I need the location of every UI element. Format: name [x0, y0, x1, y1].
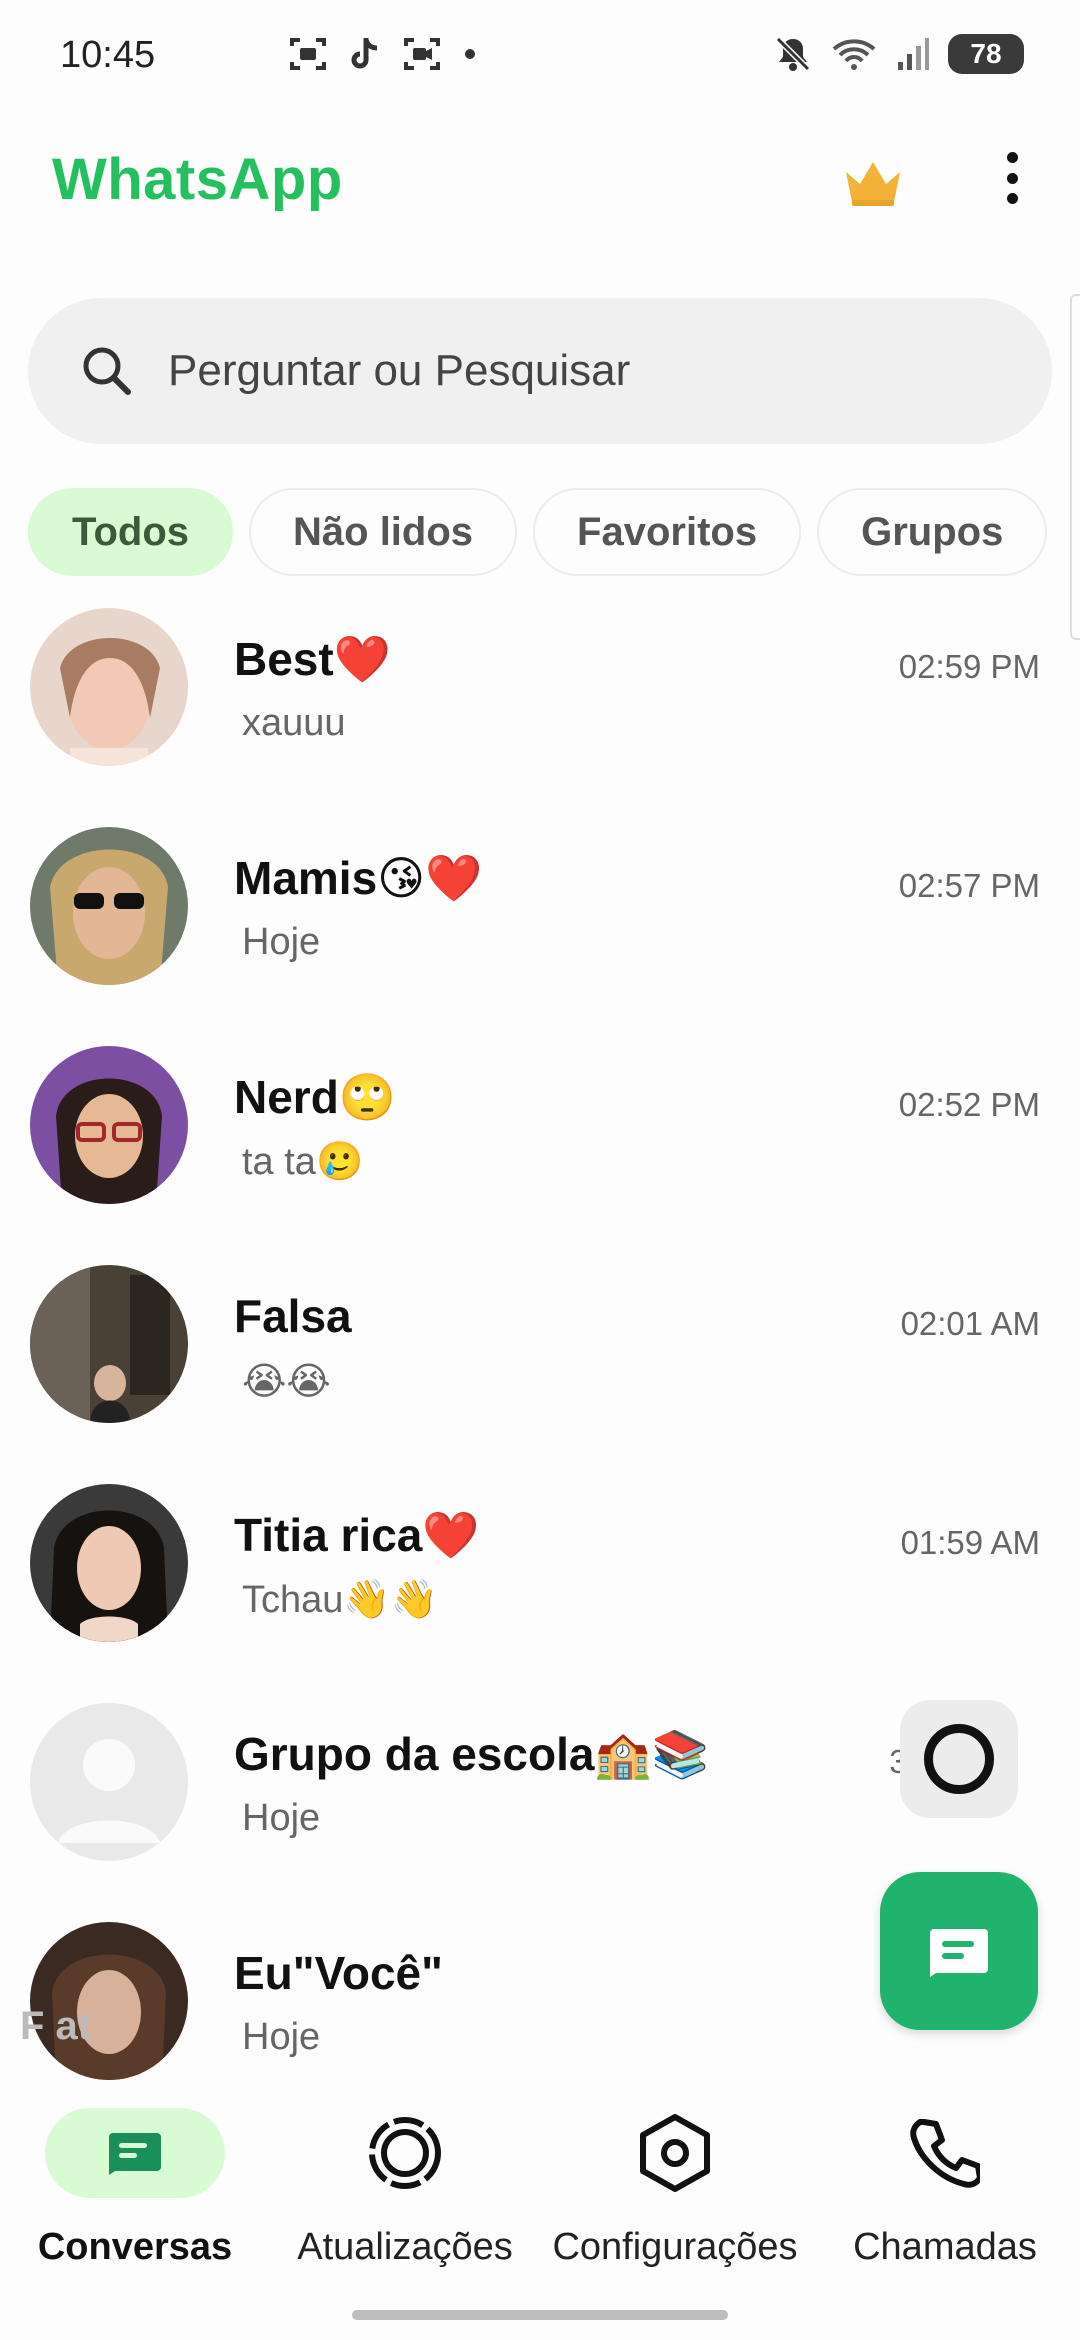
wifi-icon — [832, 39, 876, 70]
chat-last-message: 😭😭 — [242, 1361, 331, 1403]
avatar[interactable] — [30, 608, 188, 766]
nav-label: Conversas — [37, 2226, 233, 2268]
chat-last-message: Hoje — [242, 1797, 321, 1839]
chat-last-message: Tchau👋👋 — [242, 1579, 439, 1621]
status-left-icons — [288, 36, 476, 72]
chat-time: 02:52 PM — [898, 1086, 1040, 1123]
meta-ai-button[interactable] — [900, 1700, 1018, 1818]
battery-icon: 78 — [948, 34, 1024, 74]
search-placeholder: Perguntar ou Pesquisar — [168, 346, 631, 395]
chat-name: Titia rica❤️ — [234, 1509, 480, 1561]
nav-active-pill — [45, 2108, 225, 2198]
home-indicator[interactable] — [352, 2310, 728, 2320]
avatar[interactable] — [30, 1703, 188, 1861]
chat-time: 01:59 AM — [900, 1524, 1040, 1561]
chat-row[interactable]: Best❤️ xauuu 02:59 PM — [0, 600, 1080, 819]
mute-icon — [775, 36, 811, 72]
watermark: F at — [20, 2004, 92, 2048]
chat-icon — [109, 2133, 161, 2175]
nav-conversas[interactable]: Conversas — [0, 2108, 270, 2269]
filter-chip-favoritos[interactable]: Favoritos — [533, 488, 802, 576]
nav-chamadas[interactable]: Chamadas — [810, 2108, 1080, 2269]
chat-row[interactable]: Mamis😘❤️ Hoje 02:57 PM — [0, 819, 1080, 1038]
chat-last-message: Hoje — [242, 2016, 321, 2058]
bottom-nav: Conversas Atualizações Configurações Cha… — [0, 2080, 1080, 2340]
status-bar: 10:45 78 — [0, 0, 1080, 112]
settings-icon — [640, 2114, 710, 2192]
phone-icon — [910, 2119, 980, 2188]
avatar[interactable] — [30, 1484, 188, 1642]
nav-label: Atualizações — [297, 2226, 513, 2268]
chat-name: Best❤️ — [234, 633, 391, 685]
nav-label: Chamadas — [853, 2226, 1037, 2268]
chat-time: 02:59 PM — [898, 648, 1040, 685]
chat-last-message: xauuu — [242, 702, 346, 744]
nav-configuracoes[interactable]: Configurações — [540, 2108, 810, 2269]
new-chat-button[interactable] — [880, 1872, 1038, 2030]
filter-chip-grupos[interactable]: Grupos — [817, 488, 1048, 576]
avatar[interactable] — [30, 1265, 188, 1423]
avatar[interactable] — [30, 1046, 188, 1204]
app-title: WhatsApp — [52, 147, 343, 212]
crown-icon[interactable] — [842, 158, 904, 208]
chat-row[interactable]: Titia rica❤️ Tchau👋👋 01:59 AM — [0, 1476, 1080, 1695]
filter-chip-todos[interactable]: Todos — [28, 488, 234, 576]
chat-name: Nerd🙄 — [234, 1071, 397, 1123]
new-chat-icon — [930, 1929, 988, 1977]
chat-row[interactable]: Falsa 😭😭 02:01 AM — [0, 1257, 1080, 1476]
chat-time: 02:57 PM — [898, 867, 1040, 904]
avatar[interactable] — [30, 1922, 188, 2080]
status-icon — [369, 2117, 441, 2189]
chat-last-message: Hoje — [242, 921, 321, 963]
chat-name: Mamis😘❤️ — [234, 852, 483, 904]
avatar[interactable] — [30, 827, 188, 985]
meta-ai-icon — [924, 1724, 994, 1794]
nav-atualizacoes[interactable]: Atualizações — [270, 2108, 540, 2269]
chat-name: Falsa — [234, 1290, 352, 1342]
tiktok-icon — [351, 38, 378, 69]
chat-row[interactable]: Nerd🙄 ta ta🥲 02:52 PM — [0, 1038, 1080, 1257]
more-options-icon[interactable] — [1000, 152, 1024, 204]
scrollbar[interactable] — [1070, 294, 1080, 640]
chat-last-message: ta ta🥲 — [242, 1141, 364, 1183]
nav-label: Configurações — [552, 2226, 798, 2268]
search-input[interactable]: Perguntar ou Pesquisar — [28, 298, 1052, 444]
chat-name: Grupo da escola🏫📚 — [234, 1728, 709, 1780]
signal-icon — [898, 38, 929, 70]
status-time: 10:45 — [60, 34, 156, 76]
screenshot-icon — [290, 38, 326, 70]
chat-time: 02:01 AM — [900, 1305, 1040, 1342]
chat-name: Eu"Você" — [234, 1947, 443, 1999]
dot-icon — [465, 49, 475, 59]
screen-record-icon — [404, 38, 440, 70]
status-right-icons: 78 — [774, 34, 1024, 74]
filter-chip-nao-lidos[interactable]: Não lidos — [249, 488, 518, 576]
search-icon — [83, 347, 131, 395]
filter-chips: Todos Não lidos Favoritos Grupos — [28, 488, 1048, 578]
